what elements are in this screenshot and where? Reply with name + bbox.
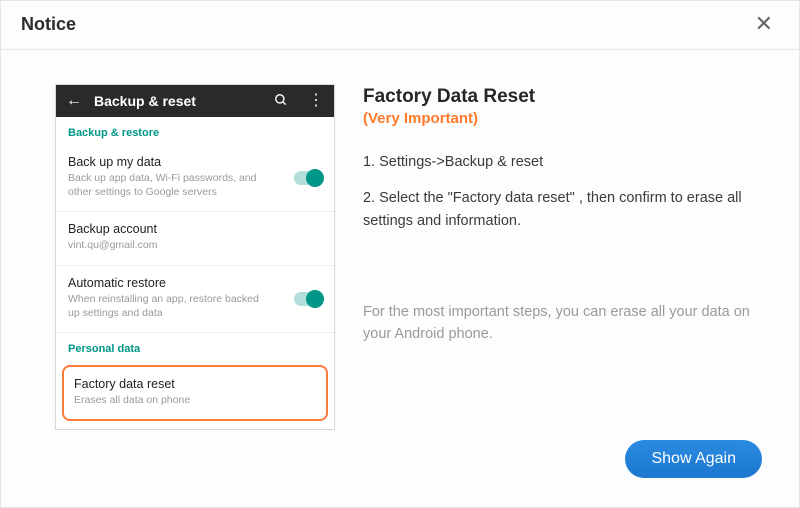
info-important: (Very Important) — [363, 110, 763, 127]
item-title: Factory data reset — [74, 377, 316, 391]
item-backup-my-data: Back up my data Back up app data, Wi-Fi … — [56, 145, 334, 212]
item-subtitle: vint.qu@gmail.com — [68, 238, 268, 252]
item-title: Backup account — [68, 222, 322, 236]
item-backup-account: Backup account vint.qu@gmail.com — [56, 212, 334, 265]
dialog-title: Notice — [21, 14, 76, 35]
item-subtitle: When reinstalling an app, restore backed… — [68, 292, 268, 320]
back-arrow-icon: ← — [66, 93, 82, 109]
section-backup-restore: Backup & restore — [56, 117, 334, 145]
item-factory-data-reset-highlight: Factory data reset Erases all data on ph… — [62, 365, 328, 421]
phone-preview: ← Backup & reset ⋮ Backup & restore Back… — [55, 84, 335, 430]
phone-header-title: Backup & reset — [94, 93, 262, 109]
section-personal-data: Personal data — [56, 333, 334, 361]
close-icon[interactable]: ✕ — [749, 11, 779, 37]
more-icon: ⋮ — [308, 93, 324, 109]
info-note: For the most important steps, you can er… — [363, 302, 763, 346]
item-subtitle: Back up app data, Wi-Fi passwords, and o… — [68, 171, 268, 199]
search-icon — [274, 93, 288, 109]
dialog-content: ← Backup & reset ⋮ Backup & restore Back… — [1, 50, 799, 450]
info-panel: Factory Data Reset (Very Important) 1. S… — [363, 84, 763, 430]
step-1: 1. Settings->Backup & reset — [363, 151, 763, 173]
step-2: 2. Select the "Factory data reset" , the… — [363, 187, 763, 232]
show-again-button[interactable]: Show Again — [625, 440, 762, 478]
item-subtitle: Erases all data on phone — [74, 393, 274, 407]
info-heading: Factory Data Reset — [363, 86, 763, 108]
item-automatic-restore: Automatic restore When reinstalling an a… — [56, 266, 334, 333]
toggle-on-icon — [294, 171, 322, 185]
item-title: Automatic restore — [68, 276, 322, 290]
phone-header: ← Backup & reset ⋮ — [56, 85, 334, 117]
info-steps: 1. Settings->Backup & reset 2. Select th… — [363, 151, 763, 232]
item-title: Back up my data — [68, 155, 322, 169]
dialog-titlebar: Notice ✕ — [1, 1, 799, 50]
toggle-on-icon — [294, 292, 322, 306]
